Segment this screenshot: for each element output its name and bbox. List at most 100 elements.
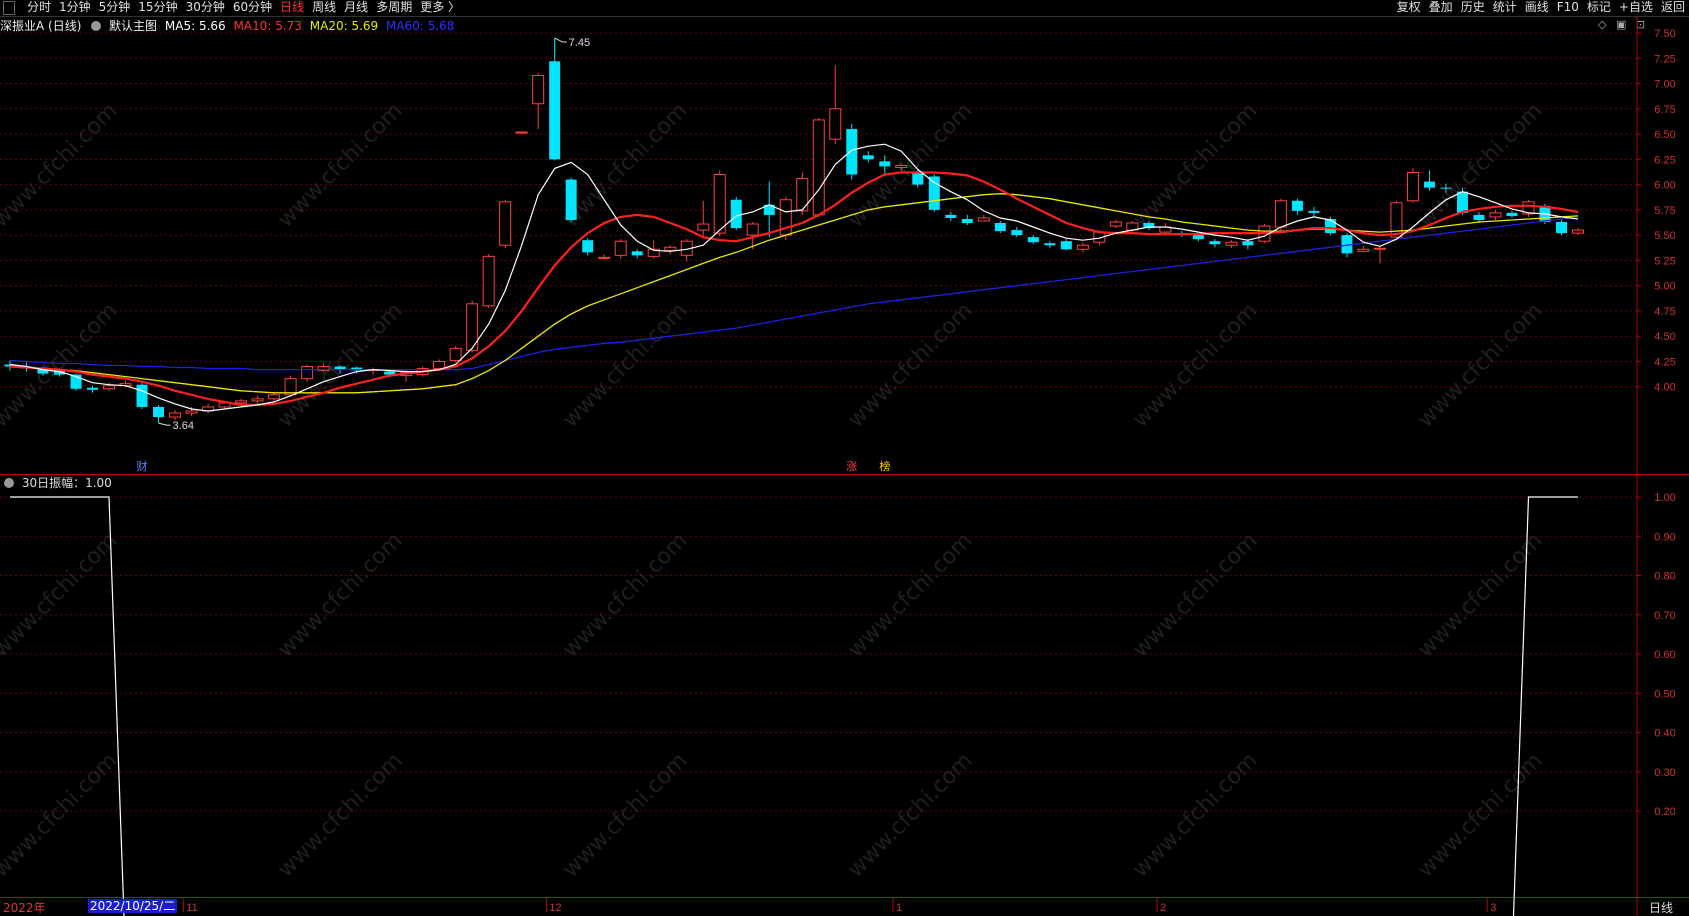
watermark-12: www.cfchi.com — [0, 528, 123, 662]
high-annotation: 7.45 — [569, 37, 590, 49]
year-label: 2022年 — [3, 901, 46, 915]
amplitude-line — [10, 496, 1578, 916]
candle-body-40 — [664, 246, 677, 251]
candle-body-18 — [301, 366, 314, 380]
candle-body-16 — [268, 394, 281, 400]
price-tick-label-4: 6.50 — [1654, 129, 1675, 141]
candle-body-14 — [235, 400, 248, 404]
watermark-23: www.cfchi.com — [1413, 748, 1547, 882]
high-annotation-pointer — [554, 37, 567, 43]
candle-body-27 — [449, 347, 462, 361]
price-tick-label-7: 5.75 — [1654, 205, 1675, 217]
watermark-11: www.cfchi.com — [1413, 298, 1547, 432]
candle-body-60 — [994, 223, 1006, 232]
sub-settings-circle-icon[interactable] — [4, 478, 14, 488]
period-button[interactable]: 日线 — [1649, 899, 1673, 916]
price-tick-label-2: 7.00 — [1654, 79, 1675, 91]
candle-body-72 — [1192, 235, 1204, 240]
price-tick-label-13: 4.25 — [1654, 356, 1675, 368]
candle-body-35 — [582, 240, 594, 253]
candle-body-11 — [185, 410, 198, 414]
candle-body-63 — [1044, 243, 1056, 246]
price-tick-label-12: 4.50 — [1654, 331, 1675, 343]
watermark-17: www.cfchi.com — [1413, 528, 1547, 662]
candle-body-29 — [482, 255, 495, 307]
candle-body-82 — [1357, 248, 1370, 252]
watermark-1: www.cfchi.com — [273, 98, 407, 232]
candle-body-38 — [631, 251, 643, 256]
watermark-20: www.cfchi.com — [558, 748, 692, 882]
candle-body-33 — [549, 61, 561, 160]
candle-body-34 — [565, 179, 577, 220]
candle-body-36 — [598, 256, 611, 259]
candle-body-87 — [1440, 187, 1452, 189]
amp-tick-label-5: 0.50 — [1654, 688, 1675, 700]
candle-body-57 — [945, 214, 957, 218]
sub-indicator-label: 30日振幅：1.00 — [21, 476, 112, 490]
price-tick-label-3: 6.75 — [1654, 104, 1675, 116]
sub-chart-header: 30日振幅：1.00 — [4, 474, 112, 491]
amp-tick-label-2: 0.80 — [1654, 571, 1675, 583]
amp-tick-label-3: 0.70 — [1654, 610, 1675, 622]
candle-body-53 — [879, 161, 891, 167]
candle-body-56 — [928, 176, 940, 210]
price-tick-label-1: 7.25 — [1654, 53, 1675, 65]
amp-tick-label-1: 0.90 — [1654, 531, 1675, 543]
watermark-21: www.cfchi.com — [843, 748, 977, 882]
candle-body-49 — [812, 119, 825, 216]
price-tick-label-6: 6.00 — [1654, 180, 1675, 192]
selected-date: 2022/10/25/二 — [88, 899, 178, 913]
candle-body-30 — [499, 201, 512, 246]
candle-body-64 — [1060, 241, 1072, 250]
candle-body-59 — [977, 217, 990, 222]
candle-body-50 — [829, 108, 842, 140]
candle-body-31 — [515, 131, 528, 134]
watermark-16: www.cfchi.com — [1128, 528, 1262, 662]
candle-body-67 — [1109, 221, 1122, 227]
amp-tick-label-6: 0.40 — [1654, 728, 1675, 740]
watermark-18: www.cfchi.com — [0, 748, 123, 882]
candle-body-79 — [1308, 210, 1320, 213]
watermark-15: www.cfchi.com — [843, 528, 977, 662]
candle-body-91 — [1506, 212, 1518, 216]
candle-body-89 — [1473, 214, 1485, 220]
event-marker-2: 榜 — [879, 459, 890, 473]
kline-chart[interactable]: 7.50 7.25 7.00 6.75 6.50 6.25 6.00 5.75 5.50 5.25… — [0, 0, 1689, 916]
candle-body-52 — [862, 155, 874, 160]
candle-body-26 — [433, 360, 446, 370]
candle-body-8 — [136, 384, 148, 407]
candle-body-61 — [1011, 230, 1023, 236]
amp-tick-label-0: 1.00 — [1654, 492, 1675, 504]
candle-body-54 — [895, 164, 908, 168]
candle-body-44 — [730, 199, 742, 229]
price-tick-label-10: 5.00 — [1654, 281, 1675, 293]
candle-body-80 — [1324, 218, 1336, 234]
candle-body-10 — [169, 412, 182, 418]
amp-tick-label-4: 0.60 — [1654, 649, 1675, 661]
low-annotation: 3.64 — [173, 420, 194, 432]
ma10-line — [9, 171, 1579, 406]
candle-body-58 — [961, 218, 973, 224]
event-marker-0: 财 — [137, 459, 148, 473]
candle-body-15 — [251, 398, 264, 402]
candle-body-73 — [1209, 241, 1221, 245]
price-tick-label-8: 5.50 — [1654, 230, 1675, 242]
candle-body-37 — [614, 240, 627, 256]
candle-body-43 — [713, 173, 726, 234]
amp-tick-label-8: 0.20 — [1654, 806, 1675, 818]
amp-tick-label-7: 0.30 — [1654, 767, 1675, 779]
candle-body-75 — [1242, 241, 1254, 246]
watermark-13: www.cfchi.com — [273, 528, 407, 662]
watermark-9: www.cfchi.com — [843, 298, 977, 432]
price-tick-label-5: 6.25 — [1654, 154, 1675, 166]
candle-body-90 — [1489, 212, 1502, 218]
candle-body-5 — [87, 387, 99, 390]
candle-body-83 — [1373, 247, 1386, 250]
candle-body-6 — [103, 385, 116, 390]
candle-body-84 — [1390, 202, 1403, 238]
ma20-line — [9, 193, 1579, 394]
candle-body-45 — [746, 223, 759, 236]
candle-body-88 — [1456, 191, 1468, 213]
watermark-7: www.cfchi.com — [273, 298, 407, 432]
date-axis-bar: 2022年 2022/10/25/二 日线 — [0, 898, 1689, 916]
